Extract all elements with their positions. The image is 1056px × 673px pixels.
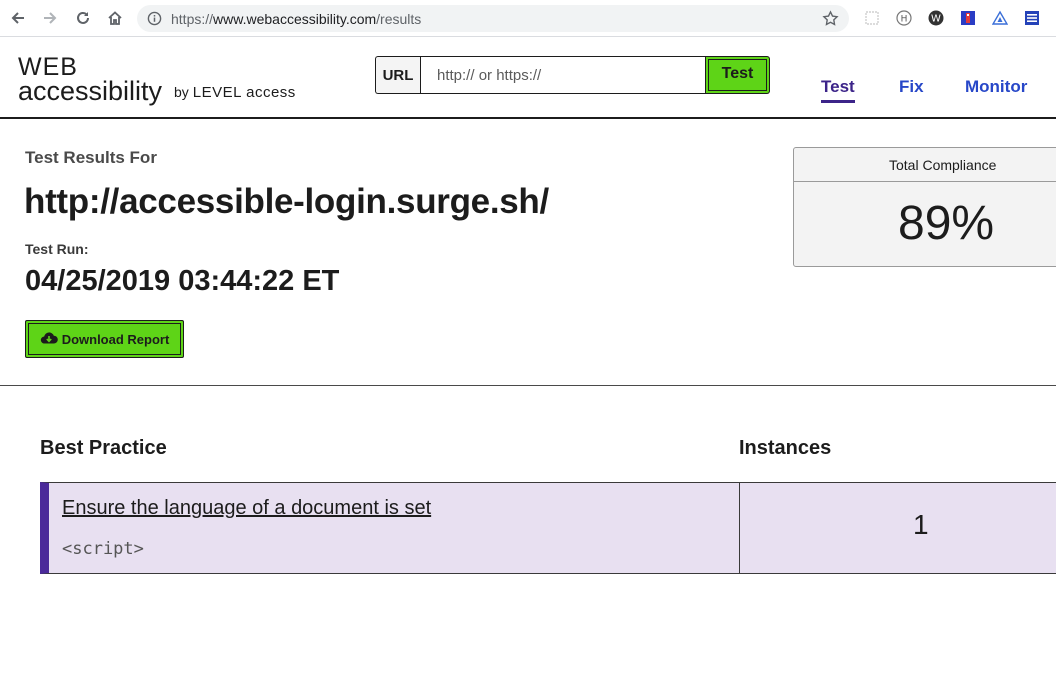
home-icon[interactable] bbox=[105, 8, 125, 28]
back-arrow-icon[interactable] bbox=[8, 8, 28, 28]
browser-toolbar: https://www.webaccessibility.com/results… bbox=[0, 0, 1056, 37]
test-button[interactable]: Test bbox=[706, 56, 770, 94]
info-icon[interactable] bbox=[147, 11, 162, 31]
reload-icon[interactable] bbox=[73, 8, 93, 28]
site-header: WEB accessibility byLEVEL access URL Tes… bbox=[0, 37, 1056, 119]
list-lines-icon[interactable] bbox=[1023, 9, 1041, 27]
address-bar[interactable]: https://www.webaccessibility.com/results bbox=[137, 5, 849, 32]
url-test-form: URL Test bbox=[375, 56, 770, 94]
tested-url: http://accessible-login.surge.sh/ bbox=[24, 182, 549, 221]
test-run-date: 04/25/2019 03:44:22 ET bbox=[25, 265, 340, 297]
cell-divider bbox=[739, 483, 740, 573]
logo-web-text: WEB bbox=[18, 53, 78, 81]
extension-dotted-icon[interactable] bbox=[863, 9, 881, 27]
nav-test[interactable]: Test bbox=[821, 77, 855, 103]
url-path: /results bbox=[376, 11, 422, 27]
total-compliance-card: Total Compliance 89% bbox=[793, 147, 1056, 267]
logo-by-level-access: by LEVEL access bbox=[174, 84, 296, 101]
wappalyzer-w-icon[interactable]: W bbox=[927, 9, 945, 27]
extension-flag-icon[interactable] bbox=[959, 9, 977, 27]
nav-fix[interactable]: Fix bbox=[899, 77, 924, 97]
test-results-for-label: Test Results For bbox=[25, 148, 157, 167]
logo-accessibility-text: accessibility bbox=[18, 76, 163, 106]
triangle-tool-icon[interactable] bbox=[991, 9, 1009, 27]
logo-by-text: by bbox=[174, 84, 189, 100]
nav-monitor[interactable]: Monitor bbox=[965, 77, 1027, 97]
address-url: https://www.webaccessibility.com/results bbox=[171, 11, 421, 27]
total-compliance-title: Total Compliance bbox=[794, 148, 1056, 182]
best-practice-link[interactable]: Ensure the language of a document is set bbox=[62, 497, 431, 520]
url-scheme: https:// bbox=[171, 11, 214, 27]
url-input[interactable] bbox=[420, 56, 706, 94]
url-host: www.webaccessibility.com bbox=[213, 11, 377, 27]
cloud-download-icon bbox=[40, 331, 58, 348]
headings-h-icon[interactable]: H bbox=[895, 9, 913, 27]
webaccessibility-logo[interactable]: WEB accessibility by LEVEL access bbox=[18, 53, 295, 106]
total-compliance-value: 89% bbox=[898, 197, 995, 250]
svg-text:W: W bbox=[931, 14, 941, 25]
logo-level-access-text: LEVEL access bbox=[192, 84, 296, 101]
table-row: Ensure the language of a document is set… bbox=[40, 482, 1056, 574]
test-run-label: Test Run: bbox=[25, 241, 89, 257]
instances-header: Instances bbox=[739, 437, 832, 459]
best-practice-header: Best Practice bbox=[40, 437, 167, 459]
forward-arrow-icon[interactable] bbox=[40, 8, 60, 28]
section-divider bbox=[0, 385, 1056, 386]
download-report-button[interactable]: Download Report bbox=[25, 320, 184, 358]
element-code: <script> bbox=[62, 539, 144, 559]
download-report-label: Download Report bbox=[61, 331, 170, 347]
bookmark-star-icon[interactable] bbox=[822, 10, 839, 32]
svg-text:H: H bbox=[901, 15, 908, 25]
url-label: URL bbox=[375, 56, 420, 94]
instances-count: 1 bbox=[913, 509, 929, 540]
